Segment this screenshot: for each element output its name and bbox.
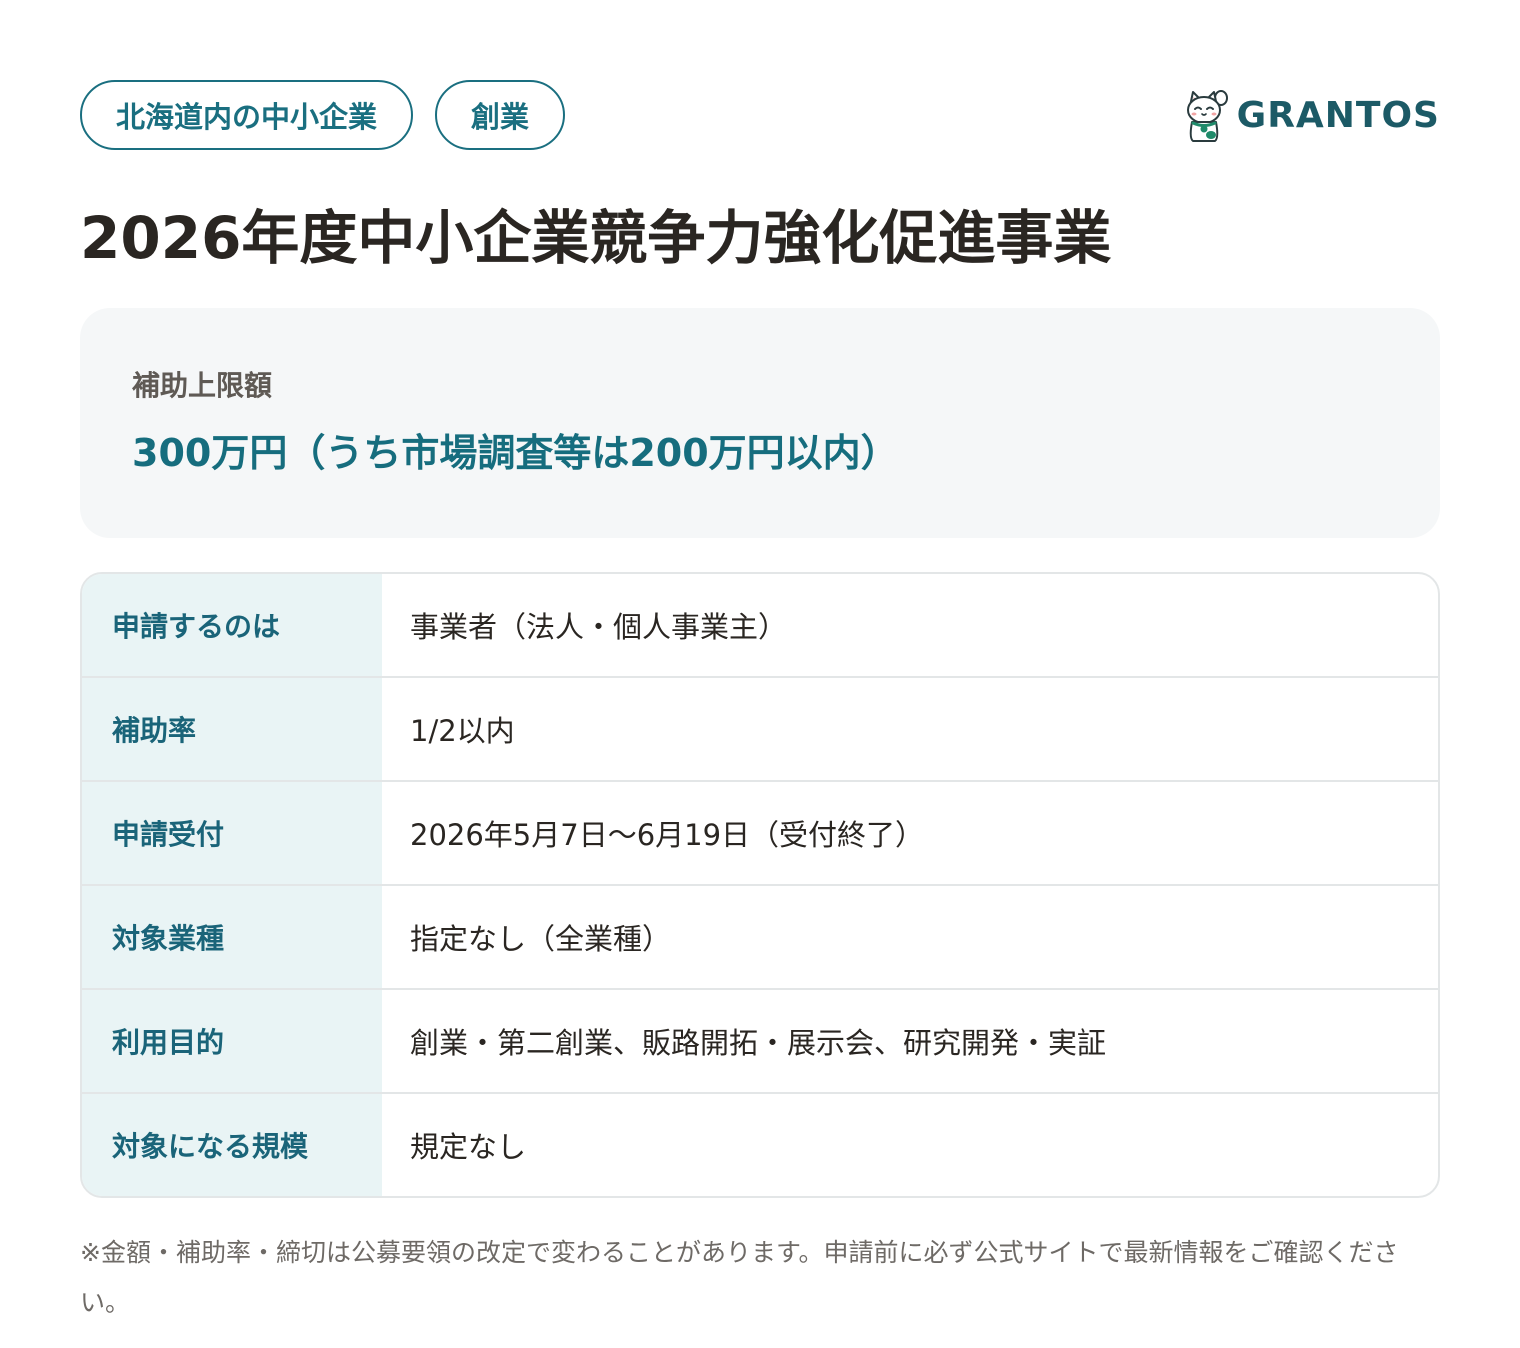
- row-value-scale: 規定なし: [410, 1130, 527, 1164]
- table-row: 利用目的 創業・第二創業、販路開拓・展示会、研究開発・実証: [82, 988, 1438, 1092]
- row-value-application-period: 2026年5月7日〜6月19日（受付終了）: [410, 818, 925, 852]
- tag-region[interactable]: 北海道内の中小企業: [80, 80, 414, 150]
- max-amount-label: 補助上限額: [132, 369, 273, 402]
- row-label-scale: 対象になる規模: [82, 1094, 382, 1196]
- details-table: 申請するのは 事業者（法人・個人事業主） 補助率 1/2以内 申請受付 2026…: [80, 572, 1440, 1198]
- row-value-industry: 指定なし（全業種）: [410, 922, 672, 956]
- max-amount-card: 補助上限額 300万円（うち市場調査等は200万円以内）: [80, 308, 1440, 538]
- max-amount-value: 300万円（うち市場調査等は200万円以内）: [132, 431, 899, 475]
- table-row: 対象になる規模 規定なし: [82, 1092, 1438, 1196]
- row-label-application-period: 申請受付: [82, 782, 382, 884]
- row-label-industry: 対象業種: [82, 886, 382, 988]
- grant-summary-page: 北海道内の中小企業 創業 GRANTOS 2026年度中小企業競争力強化促進事業…: [0, 0, 1520, 1348]
- row-label-subsidy-rate: 補助率: [82, 678, 382, 780]
- tag-category[interactable]: 創業: [435, 80, 566, 150]
- page-title: 2026年度中小企業競争力強化促進事業: [80, 204, 1112, 272]
- row-label-applicant: 申請するのは: [82, 574, 382, 676]
- tag-list: 北海道内の中小企業 創業: [80, 80, 566, 150]
- table-row: 申請受付 2026年5月7日〜6月19日（受付終了）: [82, 780, 1438, 884]
- brand-name: GRANTOS: [1236, 94, 1440, 136]
- row-value-purpose: 創業・第二創業、販路開拓・展示会、研究開発・実証: [410, 1026, 1107, 1060]
- brand-logo[interactable]: GRANTOS: [1183, 86, 1440, 144]
- table-row: 補助率 1/2以内: [82, 676, 1438, 780]
- row-label-purpose: 利用目的: [82, 990, 382, 1092]
- row-value-subsidy-rate: 1/2以内: [410, 714, 515, 748]
- table-row: 申請するのは 事業者（法人・個人事業主）: [82, 574, 1438, 676]
- table-row: 対象業種 指定なし（全業種）: [82, 884, 1438, 988]
- header-row: 北海道内の中小企業 創業 GRANTOS: [80, 80, 1440, 150]
- row-value-applicant: 事業者（法人・個人事業主）: [410, 610, 788, 644]
- lucky-cat-icon: [1186, 90, 1228, 142]
- disclaimer-note: ※金額・補助率・締切は公募要領の改定で変わることがあります。申請前に必ず公式サイ…: [80, 1238, 1399, 1317]
